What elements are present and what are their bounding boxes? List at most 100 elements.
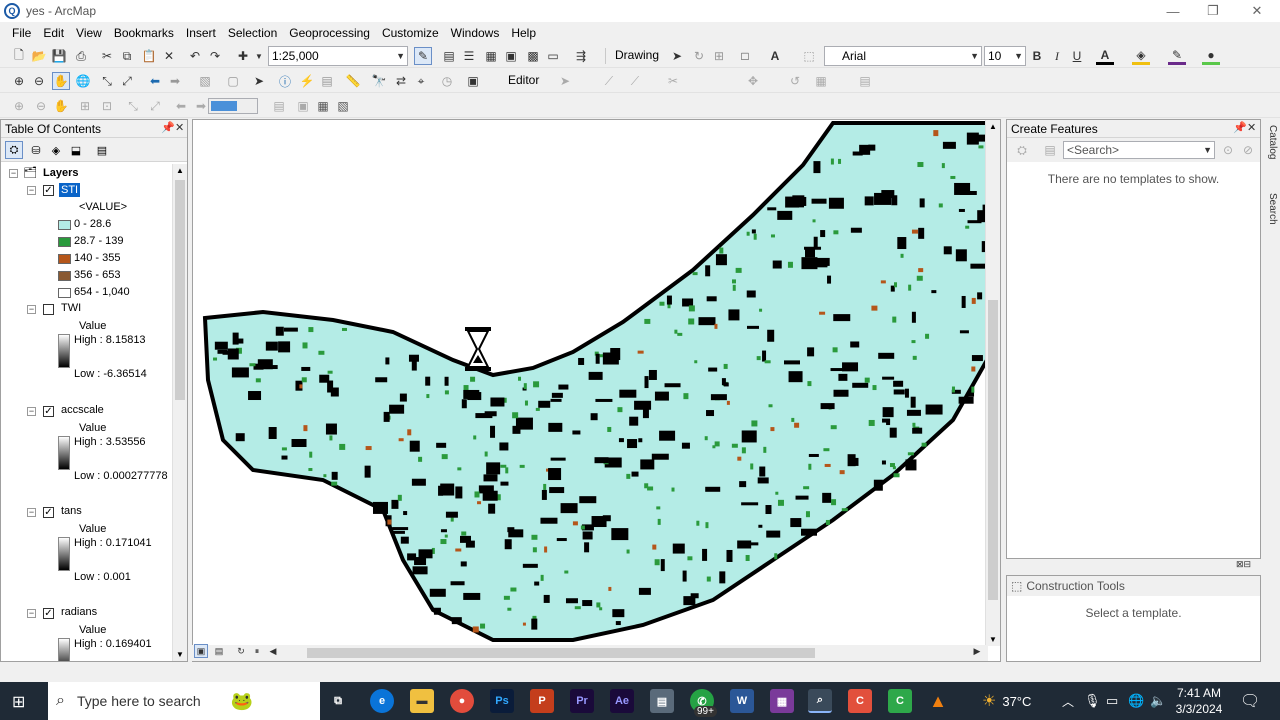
undo-icon[interactable]: ↶ xyxy=(186,47,204,65)
data-view-icon[interactable]: ▣ xyxy=(194,644,208,658)
full-extent-icon[interactable]: 🌐 xyxy=(74,72,92,90)
taskbar-search-box[interactable]: ⌕ Type here to search 🐸 xyxy=(48,682,320,720)
collapse-icon[interactable]: − xyxy=(27,186,36,195)
table-of-contents-icon[interactable]: ☰ xyxy=(460,47,478,65)
app-green-icon[interactable]: C xyxy=(888,689,912,713)
volume-icon[interactable]: 🔈 xyxy=(1150,682,1166,720)
scroll-left-icon[interactable]: ◀ xyxy=(266,644,280,658)
measure-icon[interactable]: 📏 xyxy=(344,72,362,90)
task-view-icon[interactable]: ⧉ xyxy=(326,689,350,713)
back-icon[interactable]: ⬅ xyxy=(146,72,164,90)
rotate-tool-icon[interactable]: ✥ xyxy=(744,72,762,90)
tray-chevron-icon[interactable]: ︿ xyxy=(1062,682,1074,720)
pan-icon[interactable]: ✋ xyxy=(52,72,70,90)
file-explorer-icon[interactable]: ▬ xyxy=(410,689,434,713)
clear-search-icon[interactable]: ⊘ xyxy=(1239,141,1257,159)
map-horizontal-scroll-thumb[interactable] xyxy=(307,648,815,658)
line-color-icon[interactable]: ✎ xyxy=(1168,47,1186,65)
map-vertical-scrollbar[interactable]: ▲ ▼ xyxy=(985,120,1000,646)
refresh-icon[interactable]: ↻ xyxy=(234,644,248,658)
template-search-input[interactable]: <Search> ▼ xyxy=(1063,141,1215,159)
font-name-combo[interactable]: Arial ▼ xyxy=(824,46,982,66)
collapse-icon[interactable]: − xyxy=(27,305,36,314)
menu-view[interactable]: View xyxy=(70,26,108,40)
menu-windows[interactable]: Windows xyxy=(445,26,506,40)
find-icon[interactable]: 🔭 xyxy=(370,72,388,90)
list-by-drawing-order-icon[interactable]: ⛭ xyxy=(5,141,23,159)
collapse-icon[interactable]: − xyxy=(9,169,18,178)
trace-icon[interactable]: ⟋ xyxy=(626,72,644,90)
scroll-right-icon[interactable]: ▶ xyxy=(970,644,984,658)
font-size-combo[interactable]: 10 ▼ xyxy=(984,46,1026,66)
zoom-in-icon[interactable]: ⊕ xyxy=(10,72,28,90)
catalog-tab[interactable]: Catalog xyxy=(1264,125,1278,159)
select-elements-icon[interactable]: ➤ xyxy=(250,72,268,90)
menu-selection[interactable]: Selection xyxy=(222,26,283,40)
fixed-zoom-in-icon[interactable]: ⤡ xyxy=(98,72,116,90)
pin-icon[interactable]: 📌 xyxy=(161,121,175,134)
vlc-icon[interactable]: ▲ xyxy=(926,689,950,713)
list-by-source-icon[interactable]: ⛁ xyxy=(27,141,45,159)
layer-twi-label[interactable]: TWI xyxy=(61,302,81,314)
collapse-icon[interactable]: − xyxy=(27,407,36,416)
photoshop-icon[interactable]: Ps xyxy=(490,689,514,713)
layers-root-label[interactable]: Layers xyxy=(43,167,78,179)
word-icon[interactable]: W xyxy=(730,689,754,713)
edit-vertices-icon[interactable]: ⬚ xyxy=(800,47,818,65)
attributes-icon[interactable]: ▦ xyxy=(812,72,830,90)
marker-color-icon[interactable]: ● xyxy=(1202,47,1220,65)
font-color-icon[interactable]: A xyxy=(1096,47,1114,65)
layer-checkbox[interactable]: ✓ xyxy=(43,507,54,518)
menu-customize[interactable]: Customize xyxy=(376,26,445,40)
create-features-icon[interactable]: ▤ xyxy=(856,72,874,90)
layout-view-icon[interactable]: ▤ xyxy=(212,644,226,658)
premiere-icon[interactable]: Pr xyxy=(570,689,594,713)
menu-help[interactable]: Help xyxy=(505,26,542,40)
scroll-up-icon[interactable]: ▲ xyxy=(176,166,184,175)
edit-tool-icon[interactable]: ➤ xyxy=(556,72,574,90)
cut-icon[interactable]: ✂ xyxy=(98,47,116,65)
menu-insert[interactable]: Insert xyxy=(180,26,222,40)
menu-bookmarks[interactable]: Bookmarks xyxy=(108,26,180,40)
close-button[interactable]: ✕ xyxy=(1234,0,1280,22)
straight-segment-icon[interactable]: ⟋ xyxy=(600,72,618,90)
clock[interactable]: 7:41 AM 3/3/2024 xyxy=(1174,685,1224,717)
scale-combo[interactable]: 1:25,000 ▼ xyxy=(268,46,408,66)
zoom-whole-page-icon[interactable]: ⊞ xyxy=(76,97,94,115)
zoom-100-icon[interactable]: ⊡ xyxy=(98,97,116,115)
edge-icon[interactable]: e xyxy=(370,689,394,713)
toolbox-icon[interactable]: ▩ xyxy=(524,47,542,65)
identify-icon[interactable]: ⓘ xyxy=(276,72,294,90)
viewer-window-icon[interactable]: ▣ xyxy=(464,72,482,90)
zoom-percent-combo[interactable] xyxy=(208,98,258,114)
layer-tans-label[interactable]: tans xyxy=(61,505,82,517)
zoom-whole-page-icon[interactable]: ⊞ xyxy=(710,47,728,65)
toggle-draft-icon[interactable]: ▤ xyxy=(270,97,288,115)
drawing-menu[interactable]: Drawing xyxy=(615,48,659,62)
open-icon[interactable]: 📂 xyxy=(30,47,48,65)
chevron-down-icon[interactable]: ▼ xyxy=(250,47,268,65)
scroll-thumb[interactable] xyxy=(175,180,185,400)
go-to-xy-icon[interactable]: ⌖ xyxy=(412,72,430,90)
redo-icon[interactable]: ↷ xyxy=(206,47,224,65)
notifications-icon[interactable]: 🗨 xyxy=(1240,682,1260,720)
delete-icon[interactable]: ✕ xyxy=(160,47,178,65)
python-icon[interactable]: ▭ xyxy=(544,47,562,65)
app-icon[interactable]: ▤ xyxy=(650,689,674,713)
layer-accscale-label[interactable]: accscale xyxy=(61,404,104,416)
editor-toolbar-icon[interactable]: ✎ xyxy=(414,47,432,65)
layout-fixed-zoom-out-icon[interactable]: ⤢ xyxy=(146,97,164,115)
html-popup-icon[interactable]: ▤ xyxy=(318,72,336,90)
select-elements-icon[interactable]: ➤ xyxy=(668,47,686,65)
fixed-zoom-out-icon[interactable]: ⤢ xyxy=(118,72,136,90)
layer-sti-label[interactable]: STI xyxy=(59,183,81,197)
sti-raster-map[interactable] xyxy=(193,120,994,646)
pin-icon[interactable]: 📌 xyxy=(1233,121,1247,134)
data-driven-pages-icon[interactable]: ▧ xyxy=(334,97,352,115)
fill-color-icon[interactable]: ◈ xyxy=(1132,47,1150,65)
menu-file[interactable]: File xyxy=(6,26,37,40)
search-icon[interactable]: ⊙ xyxy=(1219,141,1237,159)
forward-icon[interactable]: ➡ xyxy=(166,72,184,90)
battery-icon[interactable]: ▭ xyxy=(1106,682,1118,720)
list-by-visibility-icon[interactable]: ◈ xyxy=(47,141,65,159)
